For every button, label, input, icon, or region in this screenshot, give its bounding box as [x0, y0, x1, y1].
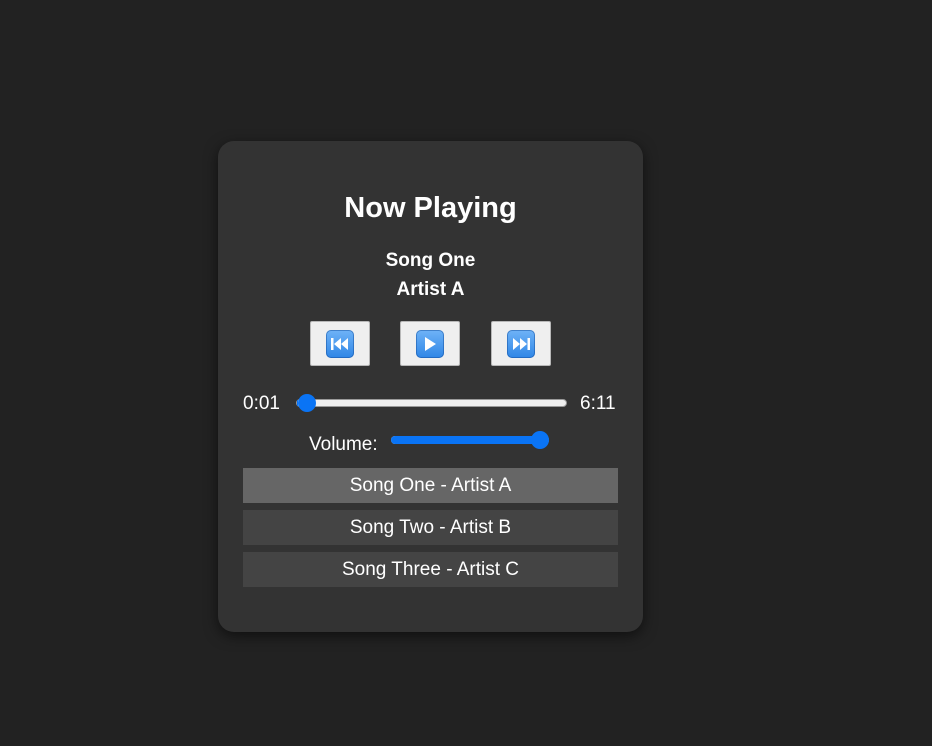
next-track-button[interactable] [491, 321, 551, 366]
volume-slider-thumb[interactable] [531, 431, 549, 449]
current-track-name: Song One [385, 250, 476, 271]
volume-slider-fill [391, 436, 549, 444]
seek-slider[interactable] [296, 394, 567, 412]
seek-slider-thumb[interactable] [297, 394, 316, 412]
next-track-icon [507, 329, 535, 358]
play-icon [416, 329, 444, 358]
playlist: Song One - Artist A Song Two - Artist B … [243, 468, 618, 594]
volume-slider[interactable] [391, 431, 549, 449]
playlist-item[interactable]: Song Three - Artist C [243, 552, 618, 587]
volume-label: Volume: [309, 434, 378, 455]
current-track-artist: Artist A [396, 279, 465, 300]
previous-track-icon [326, 329, 354, 358]
track-duration: 6:11 [580, 393, 616, 414]
current-time: 0:01 [243, 393, 280, 414]
playlist-item[interactable]: Song One - Artist A [243, 468, 618, 503]
play-button[interactable] [400, 321, 460, 366]
playlist-item[interactable]: Song Two - Artist B [243, 510, 618, 545]
music-player-panel: Now Playing Song One Artist A 0:01 6:11 … [218, 141, 643, 632]
previous-track-button[interactable] [310, 321, 370, 366]
page-title: Now Playing [344, 192, 517, 224]
